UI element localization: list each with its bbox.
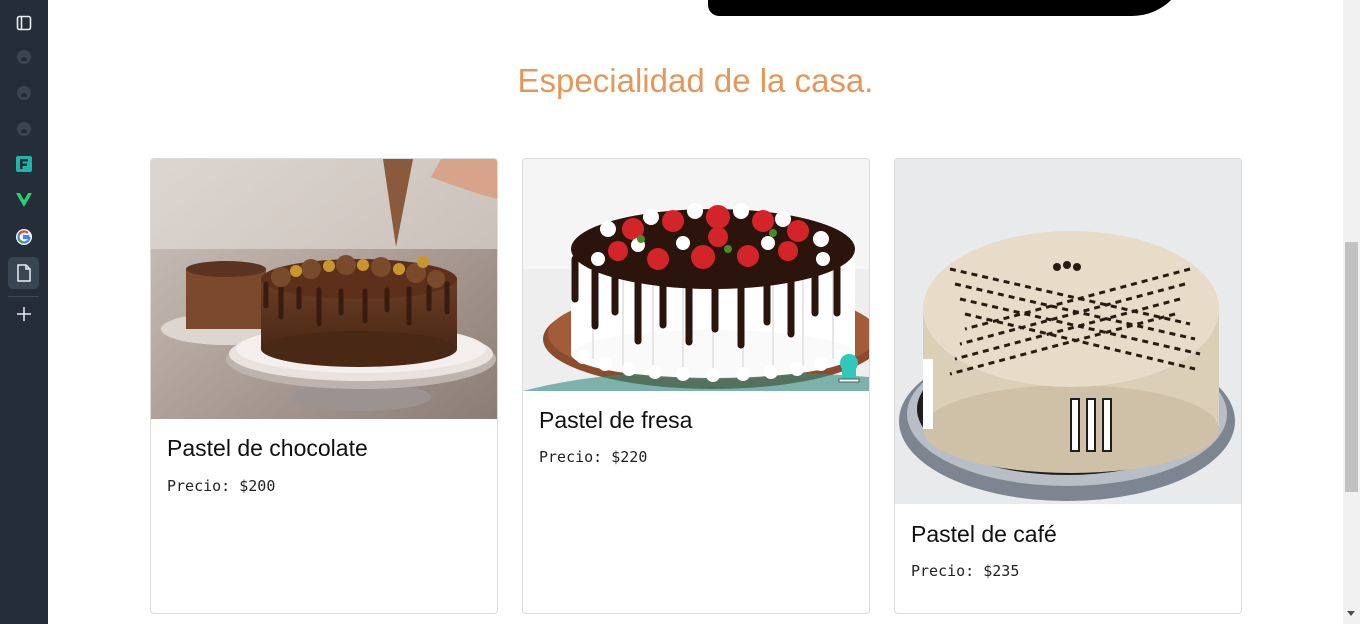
page-content: Especialidad de la casa. Pastel de choco… [48,0,1343,624]
card-title: Pastel de chocolate [167,435,368,461]
card-price: Precio: $220 [539,448,648,466]
github-icon[interactable] [12,45,36,69]
coffee-cake-image [895,159,1241,504]
strawberry-cake-image [523,159,869,391]
app-f-icon[interactable] [12,152,36,176]
vertical-scrollbar[interactable] [1343,0,1360,624]
card-title: Pastel de fresa [539,407,693,433]
sidebar-divider [8,296,39,297]
card-price: Precio: $200 [167,477,276,495]
add-icon[interactable] [12,302,36,326]
product-card-coffee[interactable]: Pastel de café Precio: $235 [894,158,1242,614]
chocolate-cake-image [151,159,497,419]
app-sidebar [0,0,48,624]
google-icon[interactable] [12,225,36,249]
product-card-chocolate[interactable]: Pastel de chocolate Precio: $200 [150,158,498,614]
github-icon[interactable] [12,117,36,141]
product-card-strawberry[interactable]: Pastel de fresa Precio: $220 [522,158,870,614]
document-icon[interactable] [12,261,36,285]
card-title: Pastel de café [911,521,1057,547]
card-price: Precio: $235 [911,562,1020,580]
scrollbar-thumb[interactable] [1345,242,1358,492]
hero-dark-block [708,0,1188,16]
github-icon[interactable] [12,81,36,105]
scroll-down-arrow-icon[interactable] [1347,611,1355,616]
section-title: Especialidad de la casa. [517,62,874,99]
vue-icon[interactable] [12,188,36,212]
panel-toggle-icon[interactable] [12,11,36,35]
